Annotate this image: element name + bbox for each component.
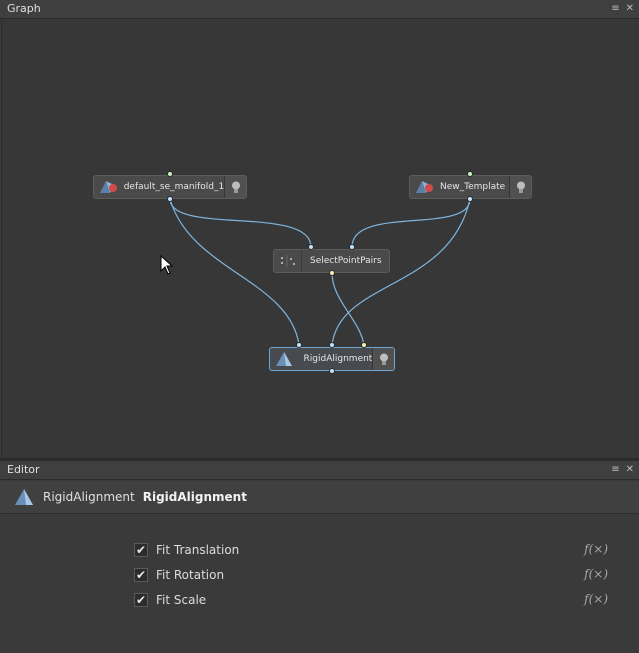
panel-menu-icon[interactable]: ≡ bbox=[611, 461, 619, 479]
input-port-target[interactable] bbox=[349, 244, 355, 250]
param-fit-rotation[interactable]: ✔ Fit Rotation f(×) bbox=[134, 566, 614, 584]
input-port[interactable] bbox=[167, 171, 173, 177]
close-icon[interactable]: ✕ bbox=[626, 461, 634, 479]
wire-selectpairs-to-rigid bbox=[331, 272, 365, 346]
fit-rotation-checkbox[interactable]: ✔ bbox=[134, 568, 148, 582]
node-label: New_Template bbox=[440, 182, 506, 192]
mouse-cursor-icon bbox=[160, 255, 174, 275]
output-port[interactable] bbox=[329, 368, 335, 374]
point-pairs-icon bbox=[274, 250, 302, 272]
wire-template-to-selectpairs bbox=[351, 198, 471, 248]
template-icon bbox=[410, 176, 438, 198]
node-label: default_se_manifold_1 bbox=[123, 182, 225, 192]
param-label: Fit Translation bbox=[156, 543, 240, 557]
input-port-pairs[interactable] bbox=[361, 342, 367, 348]
manifold-icon bbox=[94, 176, 122, 198]
fit-translation-checkbox[interactable]: ✔ bbox=[134, 543, 148, 557]
connection-wires bbox=[169, 198, 471, 346]
editor-node-name[interactable]: RigidAlignment bbox=[143, 490, 247, 504]
param-label: Fit Scale bbox=[156, 593, 207, 607]
param-fit-translation[interactable]: ✔ Fit Translation f(×) bbox=[134, 541, 614, 559]
lightbulb-icon[interactable] bbox=[372, 348, 394, 370]
output-port[interactable] bbox=[167, 196, 173, 202]
output-port[interactable] bbox=[329, 270, 335, 276]
function-icon[interactable]: f(×) bbox=[584, 567, 608, 581]
editor-body: ✔ Fit Translation f(×) ✔ Fit Rotation f(… bbox=[0, 514, 639, 653]
function-icon[interactable]: f(×) bbox=[584, 542, 608, 556]
editor-title-bar: RigidAlignment RigidAlignment bbox=[0, 481, 639, 514]
param-label: Fit Rotation bbox=[156, 568, 225, 582]
checkmark-icon: ✔ bbox=[135, 593, 147, 607]
editor-node-type: RigidAlignment bbox=[43, 490, 135, 504]
input-port-1[interactable] bbox=[296, 342, 302, 348]
rigid-alignment-icon bbox=[270, 348, 298, 370]
node-label: RigidAlignment bbox=[303, 354, 373, 364]
lightbulb-icon[interactable] bbox=[224, 176, 246, 198]
param-fit-scale[interactable]: ✔ Fit Scale f(×) bbox=[134, 591, 614, 609]
input-port[interactable] bbox=[467, 171, 473, 177]
input-port-2[interactable] bbox=[329, 342, 335, 348]
lightbulb-icon[interactable] bbox=[509, 176, 531, 198]
editor-panel-header: Editor ≡ ✕ bbox=[0, 461, 639, 480]
node-label: SelectPointPairs bbox=[310, 256, 382, 266]
fit-scale-checkbox[interactable]: ✔ bbox=[134, 593, 148, 607]
function-icon[interactable]: f(×) bbox=[584, 592, 608, 606]
input-port-source[interactable] bbox=[308, 244, 314, 250]
rigid-alignment-icon bbox=[15, 489, 33, 505]
wire-manifold-to-selectpairs bbox=[169, 198, 312, 248]
checkmark-icon: ✔ bbox=[135, 568, 147, 582]
editor-panel-title: Editor bbox=[7, 463, 40, 476]
output-port[interactable] bbox=[467, 196, 473, 202]
checkmark-icon: ✔ bbox=[135, 543, 147, 557]
